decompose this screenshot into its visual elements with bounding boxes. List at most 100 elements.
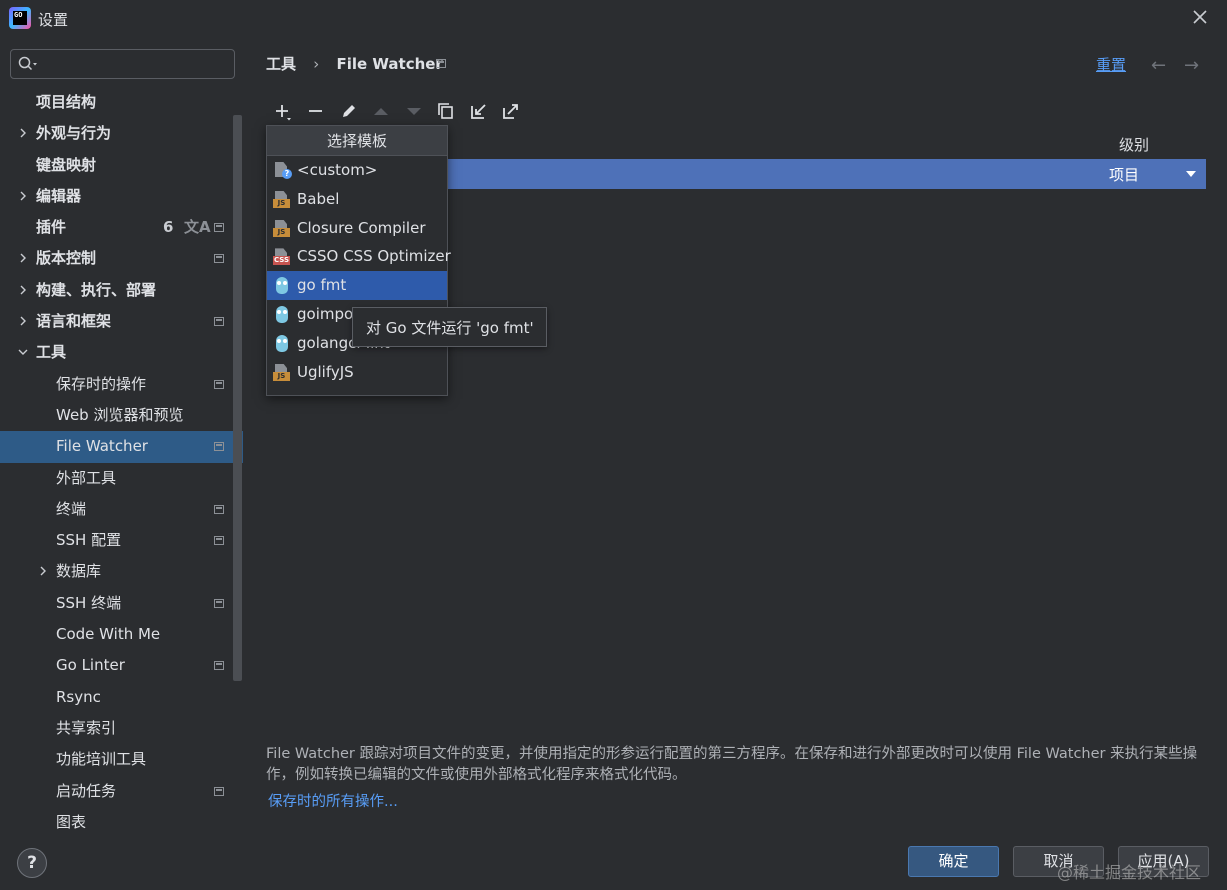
sidebar-item-label: 外观与行为 bbox=[36, 124, 112, 143]
gopher-icon bbox=[273, 305, 290, 323]
sidebar-item-label: 共享索引 bbox=[56, 718, 117, 737]
tooltip: 对 Go 文件运行 'go fmt' bbox=[352, 307, 547, 347]
settings-search-box[interactable] bbox=[10, 49, 235, 79]
sidebar-item-label: 数据库 bbox=[56, 562, 102, 581]
sidebar-item-label: 语言和框架 bbox=[36, 312, 112, 331]
breadcrumb: 工具 › File Watcher bbox=[266, 53, 455, 74]
sidebar-item-label: 功能培训工具 bbox=[56, 750, 147, 769]
goland-app-icon: GO bbox=[9, 7, 31, 29]
sidebar-item-rsync[interactable]: Rsync bbox=[0, 682, 243, 713]
reset-link[interactable]: 重置 bbox=[1096, 54, 1126, 75]
sidebar-item-label: File Watcher bbox=[56, 437, 148, 456]
sidebar-item-label: 外部工具 bbox=[56, 468, 117, 487]
edit-icon[interactable] bbox=[338, 100, 360, 122]
actions-on-save-link[interactable]: 保存时的所有操作... bbox=[268, 790, 398, 811]
back-arrow-icon[interactable]: ← bbox=[1151, 55, 1166, 76]
add-icon[interactable] bbox=[272, 100, 294, 122]
sidebar-item-label: 编辑器 bbox=[36, 186, 82, 205]
sidebar-item-label: 终端 bbox=[56, 499, 87, 518]
forward-arrow-icon[interactable]: → bbox=[1184, 55, 1199, 76]
chevron-right-icon[interactable] bbox=[18, 316, 28, 326]
project-settings-icon bbox=[214, 536, 224, 546]
chevron-right-icon[interactable] bbox=[18, 253, 28, 263]
sidebar-item-label: 工具 bbox=[36, 343, 67, 362]
sidebar-item-web-browsers[interactable]: Web 浏览器和预览 bbox=[0, 400, 243, 431]
chevron-right-icon[interactable] bbox=[38, 566, 48, 576]
move-up-icon[interactable] bbox=[370, 100, 392, 122]
sidebar-item-ssh-config[interactable]: SSH 配置 bbox=[0, 525, 243, 556]
sidebar-item-actions-on-save[interactable]: 保存时的操作 bbox=[0, 369, 243, 400]
sidebar-item-tools[interactable]: 工具 bbox=[0, 337, 243, 368]
watermark: @稀土掘金技术社区 bbox=[1057, 863, 1202, 882]
sidebar-item-label: 构建、执行、部署 bbox=[36, 280, 157, 299]
copy-icon[interactable] bbox=[435, 100, 457, 122]
template-label: go fmt bbox=[297, 276, 347, 295]
import-icon[interactable] bbox=[468, 100, 490, 122]
sidebar-item-label: SSH 配置 bbox=[56, 531, 122, 550]
translate-icon: 文A bbox=[184, 218, 211, 237]
sidebar-item-diagrams[interactable]: 图表 bbox=[0, 807, 243, 838]
sidebar-item-vcs[interactable]: 版本控制 bbox=[0, 243, 243, 274]
template-label: Closure Compiler bbox=[297, 218, 426, 237]
move-down-icon[interactable] bbox=[403, 100, 425, 122]
template-item-babel[interactable]: JS Babel bbox=[267, 185, 447, 214]
sidebar-item-build[interactable]: 构建、执行、部署 bbox=[0, 275, 243, 306]
chevron-right-icon[interactable] bbox=[18, 191, 28, 201]
sidebar-item-plugins[interactable]: 插件 6 文A bbox=[0, 212, 243, 243]
template-item-custom[interactable]: ? <custom> bbox=[267, 156, 447, 185]
close-icon[interactable] bbox=[1191, 8, 1209, 26]
breadcrumb-separator: › bbox=[313, 55, 320, 73]
sidebar-item-label: 保存时的操作 bbox=[56, 374, 147, 393]
template-item-csso[interactable]: CSS CSSO CSS Optimizer bbox=[267, 242, 451, 271]
sidebar-item-label: Rsync bbox=[56, 687, 101, 706]
project-settings-icon bbox=[214, 504, 224, 514]
chevron-down-icon[interactable] bbox=[1186, 171, 1196, 177]
sidebar-item-project-structure[interactable]: 项目结构 bbox=[0, 87, 243, 118]
sidebar-item-languages[interactable]: 语言和框架 bbox=[0, 306, 243, 337]
sidebar-item-label: SSH 终端 bbox=[56, 593, 122, 612]
sidebar-item-keymap[interactable]: 键盘映射 bbox=[0, 150, 243, 181]
template-label: CSSO CSS Optimizer bbox=[297, 247, 451, 266]
sidebar-item-label: Web 浏览器和预览 bbox=[56, 405, 184, 424]
project-settings-icon bbox=[214, 223, 224, 233]
sidebar-item-label: 键盘映射 bbox=[36, 155, 97, 174]
sidebar-item-label: 插件 bbox=[36, 218, 67, 237]
sidebar-item-terminal[interactable]: 终端 bbox=[0, 494, 243, 525]
sidebar-item-database[interactable]: 数据库 bbox=[0, 556, 243, 587]
breadcrumb-parent[interactable]: 工具 bbox=[266, 55, 296, 73]
sidebar-item-file-watcher[interactable]: File Watcher bbox=[0, 431, 243, 463]
sidebar-item-ssh-terminal[interactable]: SSH 终端 bbox=[0, 588, 243, 619]
template-item-closure-compiler[interactable]: JS Closure Compiler bbox=[267, 214, 447, 243]
ok-button[interactable]: 确定 bbox=[908, 846, 999, 877]
sidebar-item-appearance[interactable]: 外观与行为 bbox=[0, 118, 243, 149]
template-label: Babel bbox=[297, 189, 340, 208]
breadcrumb-current: File Watcher bbox=[336, 55, 443, 73]
sidebar-item-go-linter[interactable]: Go Linter bbox=[0, 650, 243, 681]
sidebar-item-label: Code With Me bbox=[56, 625, 161, 644]
help-button[interactable]: ? bbox=[17, 848, 47, 878]
sidebar-item-startup-tasks[interactable]: 启动任务 bbox=[0, 776, 243, 807]
template-item-go-fmt[interactable]: go fmt bbox=[267, 271, 447, 300]
remove-icon[interactable] bbox=[305, 100, 327, 122]
sidebar-item-code-with-me[interactable]: Code With Me bbox=[0, 619, 243, 650]
project-settings-icon bbox=[214, 661, 224, 671]
row-level-value[interactable]: 项目 bbox=[1109, 164, 1139, 185]
chevron-down-icon[interactable] bbox=[18, 347, 28, 357]
chevron-right-icon[interactable] bbox=[18, 128, 28, 138]
search-input[interactable] bbox=[47, 54, 227, 74]
level-column-header[interactable]: 级别 bbox=[1119, 134, 1149, 155]
sidebar-item-editor[interactable]: 编辑器 bbox=[0, 181, 243, 212]
settings-tree: 项目结构 外观与行为 键盘映射 编辑器 插件 6 文A 版本控制 构建、执行、部… bbox=[0, 87, 243, 838]
sidebar-scrollbar[interactable] bbox=[233, 115, 242, 681]
template-item-uglifyjs[interactable]: JS UglifyJS bbox=[267, 358, 447, 387]
project-settings-icon bbox=[214, 317, 224, 327]
gopher-icon bbox=[273, 334, 290, 352]
chevron-right-icon[interactable] bbox=[18, 285, 28, 295]
sidebar-item-external-tools[interactable]: 外部工具 bbox=[0, 463, 243, 494]
project-settings-icon bbox=[214, 598, 224, 608]
export-icon[interactable] bbox=[500, 100, 522, 122]
sidebar-item-shared-indexes[interactable]: 共享索引 bbox=[0, 713, 243, 744]
plugin-update-count: 6 bbox=[163, 218, 174, 237]
sidebar-item-feature-trainer[interactable]: 功能培训工具 bbox=[0, 744, 243, 775]
js-file-icon: JS bbox=[273, 363, 290, 381]
